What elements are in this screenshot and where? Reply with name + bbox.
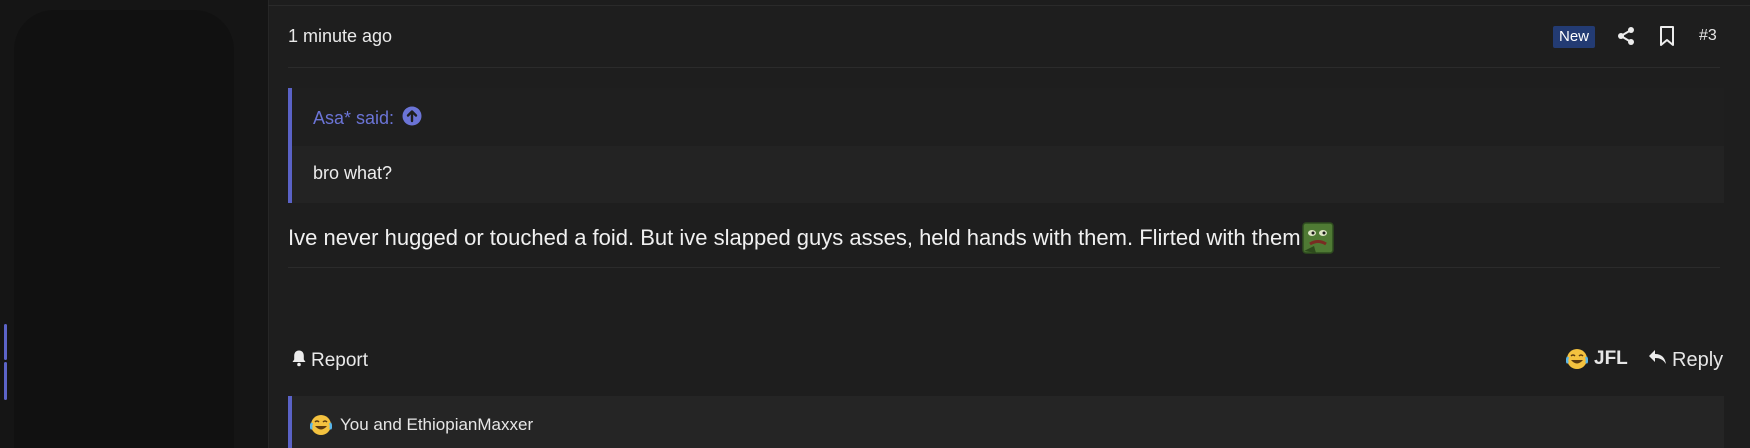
report-button[interactable]: Report [290,349,368,373]
quote-author-link[interactable]: Asa* said: [313,106,422,131]
post-timestamp[interactable]: 1 minute ago [288,26,392,47]
bell-icon [290,349,308,373]
sidebar [0,0,269,448]
reactions-summary[interactable]: You and EthiopianMaxxer [340,415,533,435]
reply-icon [1647,348,1667,372]
quote-body: bro what? [313,163,393,183]
sidebar-shadow [14,10,234,448]
reaction-button[interactable]: JFL [1565,348,1628,370]
reply-label[interactable]: Reply [1672,349,1723,372]
divider [288,67,1720,68]
arrow-up-circle-icon[interactable] [402,106,422,131]
pepe-emoji [1301,222,1334,254]
reaction-label[interactable]: JFL [1594,348,1628,370]
bookmark-icon[interactable] [1655,24,1679,48]
post-number-link[interactable]: #3 [1699,27,1717,45]
reply-button[interactable]: Reply [1647,348,1723,372]
reactions-bar[interactable]: You and EthiopianMaxxer [288,396,1724,448]
new-badge: New [1553,26,1596,48]
crying-laughing-icon [309,414,333,436]
quote-block: Asa* said: bro what? [288,88,1724,203]
post-message: Ive never hugged or touched a foid. But … [288,222,1334,254]
quote-author[interactable]: Asa* said: [313,108,394,129]
reactions-summary-row[interactable]: You and EthiopianMaxxer [309,414,533,436]
report-label[interactable]: Report [311,350,368,372]
quote-header: Asa* said: [292,88,1724,146]
divider [288,267,1720,268]
share-icon[interactable] [1614,24,1638,48]
sidebar-indicator [4,324,7,360]
message-text: Ive never hugged or touched a foid. But … [288,225,1301,250]
crying-laughing-icon [1565,348,1589,370]
sidebar-indicator [4,362,7,400]
